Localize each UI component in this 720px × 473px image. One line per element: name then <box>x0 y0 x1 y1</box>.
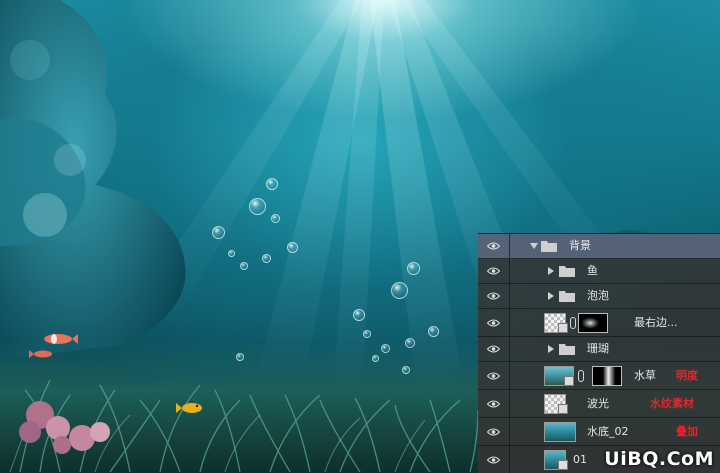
site-watermark: UiBQ.CoM <box>604 448 714 470</box>
bubble <box>240 262 248 270</box>
bubble <box>428 326 439 337</box>
visibility-toggle[interactable] <box>478 234 510 258</box>
layer-note: 叠加 <box>676 425 698 438</box>
expand-triangle-icon[interactable] <box>548 292 554 300</box>
bubble <box>363 330 371 338</box>
chain-link-icon[interactable] <box>570 317 576 329</box>
folder-icon <box>541 241 557 252</box>
bubble <box>262 254 271 263</box>
eye-icon <box>487 372 500 379</box>
visibility-toggle[interactable] <box>478 418 510 445</box>
folder-icon <box>559 344 575 355</box>
bubble <box>212 226 225 239</box>
layer-name: 波光 <box>587 397 609 410</box>
eye-icon <box>487 267 500 275</box>
visibility-toggle[interactable] <box>478 362 510 389</box>
visibility-toggle[interactable] <box>478 309 510 336</box>
folder-icon <box>559 266 575 277</box>
layer-row-fish-group[interactable]: 鱼 <box>478 259 720 284</box>
expand-triangle-icon[interactable] <box>548 345 554 353</box>
layer-name: 水草 <box>634 369 656 382</box>
bubble <box>271 214 280 223</box>
chain-link-icon[interactable] <box>578 370 584 382</box>
smart-object-badge <box>558 460 568 470</box>
layer-note: 水纹素材 <box>650 397 694 410</box>
visibility-toggle[interactable] <box>478 259 510 283</box>
layer-row-rightmost[interactable]: 最右边... <box>478 309 720 337</box>
folder-icon <box>559 291 575 302</box>
mask-thumbnail[interactable] <box>578 313 608 333</box>
eye-icon <box>487 242 500 250</box>
layer-name: 最右边... <box>634 316 678 329</box>
bubble <box>391 282 408 299</box>
visibility-toggle[interactable] <box>478 390 510 417</box>
layer-row-bubbles-group[interactable]: 泡泡 <box>478 284 720 309</box>
smart-object-badge <box>558 404 568 414</box>
bubble <box>353 309 365 321</box>
bubble <box>402 366 410 374</box>
eye-icon <box>487 292 500 300</box>
layer-row-seafloor-02[interactable]: 水底_02 叠加 <box>478 418 720 446</box>
layer-row-seagrass[interactable]: 水草 明度 <box>478 362 720 390</box>
eye-icon <box>487 456 500 463</box>
expand-triangle-icon[interactable] <box>548 267 554 275</box>
layer-name: 鱼 <box>587 264 598 277</box>
bubble <box>405 338 415 348</box>
smart-object-badge <box>564 376 574 386</box>
bubble <box>372 355 379 362</box>
collapse-triangle-icon[interactable] <box>530 243 538 249</box>
layer-note: 明度 <box>676 369 698 382</box>
layers-panel: 背景 鱼 泡泡 最右边... 珊瑚 水草 明度 波光 水纹素材 水底_02 叠加… <box>478 233 720 473</box>
layer-name: 泡泡 <box>587 289 609 302</box>
bubble <box>249 198 266 215</box>
visibility-toggle[interactable] <box>478 446 510 473</box>
eye-icon <box>487 345 500 353</box>
layer-name: 珊瑚 <box>587 342 609 355</box>
bubble <box>287 242 298 253</box>
water-thumbnail[interactable] <box>544 422 576 442</box>
bubble <box>266 178 278 190</box>
eye-icon <box>487 428 500 435</box>
visibility-toggle[interactable] <box>478 337 510 361</box>
layer-row-coral-group[interactable]: 珊瑚 <box>478 337 720 362</box>
layer-name: 水底_02 <box>587 425 629 438</box>
layer-name: 背景 <box>569 239 591 252</box>
eye-icon <box>487 400 500 407</box>
layer-row-caustics[interactable]: 波光 水纹素材 <box>478 390 720 418</box>
mask-thumbnail[interactable] <box>592 366 622 386</box>
bubble <box>236 353 244 361</box>
smart-object-badge <box>558 323 568 333</box>
bubble <box>228 250 235 257</box>
visibility-toggle[interactable] <box>478 284 510 308</box>
bubble <box>381 344 390 353</box>
eye-icon <box>487 319 500 326</box>
layer-name: 01 <box>573 453 587 466</box>
bubble <box>407 262 420 275</box>
layer-row-background-group[interactable]: 背景 <box>478 234 720 259</box>
